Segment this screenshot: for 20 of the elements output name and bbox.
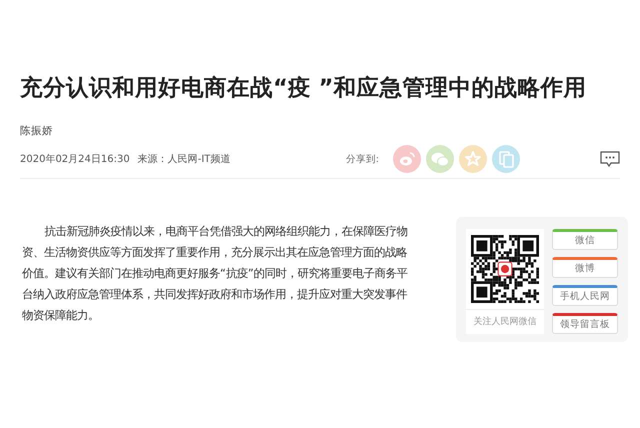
- article-paragraph: 抗击新冠肺炎疫情以来，电商平台凭借强大的网络组织能力，在保障医疗物资、生活物资供应等方面发挥了重要作用，充分展示出其在应急管理方面的战略价值。建议有关部门在推动电商更好服务“抗疫”的同时，研究将重要电子商务平台纳入政府应急管理体系，共同发挥好政府和市场作用，提升应对重大突发事件物资保障能力。: [22, 224, 409, 324]
- article-source: 来源：人民网-IT频道: [138, 152, 230, 166]
- author-name: 陈振娇: [20, 124, 54, 138]
- follow-link[interactable]: 微博: [552, 257, 618, 278]
- follow-link[interactable]: 微信: [552, 229, 618, 250]
- publish-date: 2020年02月24日16:30: [20, 153, 130, 166]
- comment-icon[interactable]: [600, 151, 620, 167]
- qr-code-icon: [471, 235, 539, 303]
- copy-icon: [498, 150, 514, 168]
- share-button[interactable]: [393, 145, 421, 173]
- chat-bubbles-icon: [431, 152, 449, 166]
- follow-link[interactable]: 领导留言板: [552, 313, 618, 334]
- share-label: 分享到:: [346, 152, 379, 166]
- star-icon: [465, 151, 481, 167]
- share-button[interactable]: [492, 145, 520, 173]
- article-title: 充分认识和用好电商在战“疫 ”和应急管理中的战略作用: [20, 74, 588, 103]
- follow-link[interactable]: 手机人民网: [552, 285, 618, 306]
- qr-caption: 关注人民网微信: [466, 309, 544, 333]
- share-button[interactable]: [459, 145, 487, 173]
- share-button[interactable]: [426, 145, 454, 173]
